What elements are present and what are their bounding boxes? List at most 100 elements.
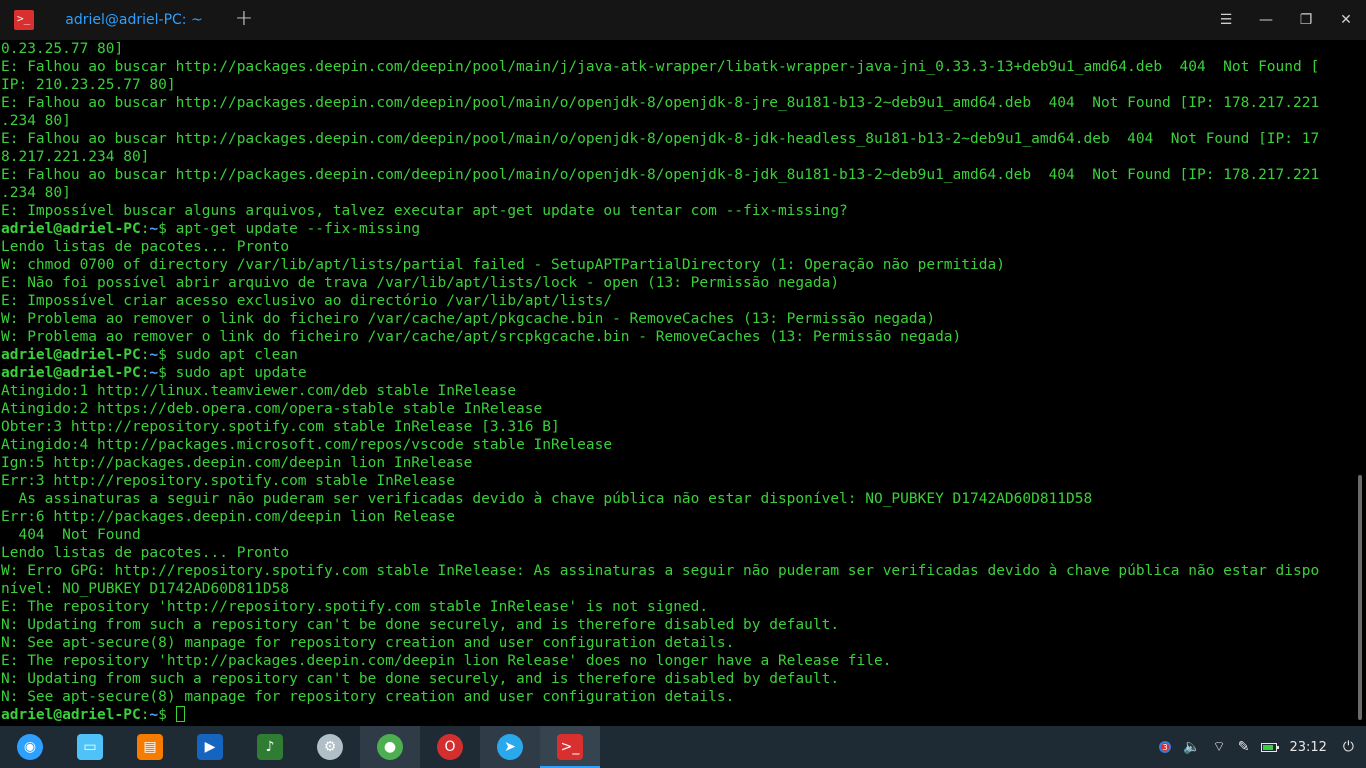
deepin-launcher-icon: ◉ [17, 734, 43, 760]
wifi-icon[interactable]: ⌔ [1213, 738, 1226, 756]
output-text: Err:6 http://packages.deepin.com/deepin … [1, 509, 455, 525]
command-text [167, 707, 176, 723]
terminal-line: .234 80] [1, 184, 1366, 202]
maximize-button[interactable]: ❐ [1286, 0, 1326, 40]
terminal-line: N: See apt-secure(8) manpage for reposit… [1, 688, 1366, 706]
terminal-line: Err:3 http://repository.spotify.com stab… [1, 472, 1366, 490]
terminal-line: Atingido:1 http://linux.teamviewer.com/d… [1, 382, 1366, 400]
terminal-line: Err:6 http://packages.deepin.com/deepin … [1, 508, 1366, 526]
terminal-tab[interactable]: adriel@adriel-PC: ~ [50, 0, 218, 40]
clock[interactable]: 23:12 [1289, 740, 1326, 755]
terminal-line: W: chmod 0700 of directory /var/lib/apt/… [1, 256, 1366, 274]
output-text: E: Falhou ao buscar http://packages.deep… [1, 95, 1320, 111]
command-text: apt-get update --fix-missing [166, 221, 421, 237]
output-text: E: The repository 'http://packages.deepi… [1, 653, 892, 669]
prompt-path: ~ [149, 347, 159, 363]
output-text: Ign:5 http://packages.deepin.com/deepin … [1, 455, 473, 471]
output-text: W: Erro GPG: http://repository.spotify.c… [1, 563, 1320, 579]
output-text: E: Falhou ao buscar http://packages.deep… [1, 167, 1320, 183]
output-text: .234 80] [1, 185, 71, 201]
output-text: W: Problema ao remover o link do ficheir… [1, 311, 936, 327]
prompt-symbol: $ [158, 707, 167, 723]
terminal-line: As assinaturas a seguir não puderam ser … [1, 490, 1366, 508]
terminal-line: nível: NO_PUBKEY D1742AD60D811D58 [1, 580, 1366, 598]
music-icon: ♪ [257, 734, 283, 760]
output-text: 8.217.221.234 80] [1, 149, 150, 165]
terminal-line: E: Falhou ao buscar http://packages.deep… [1, 58, 1366, 76]
title-bar: >_ adriel@adriel-PC: ~ + ☰ — ❐ ✕ [0, 0, 1366, 40]
opera-icon: O [437, 734, 463, 760]
terminal-line: N: Updating from such a repository can't… [1, 616, 1366, 634]
system-tray: 3 🔈 ⌔ ✎ 23:12 ⏻ [1159, 726, 1366, 768]
output-text: nível: NO_PUBKEY D1742AD60D811D58 [1, 581, 290, 597]
minimize-button[interactable]: — [1246, 0, 1286, 40]
output-text: E: Impossível buscar alguns arquivos, ta… [1, 203, 848, 219]
battery-icon[interactable] [1261, 742, 1280, 752]
taskbar-app-launcher[interactable]: ◉ [0, 726, 60, 768]
terminal-line: Lendo listas de pacotes... Pronto [1, 544, 1366, 562]
terminal-line: adriel@adriel-PC:~$ sudo apt update [1, 364, 1366, 382]
terminal-line: 8.217.221.234 80] [1, 148, 1366, 166]
taskbar-app-music-player[interactable]: ♪ [240, 726, 300, 768]
prompt-user: adriel@adriel-PC [1, 221, 141, 237]
taskbar-app-telegram[interactable]: ➤ [480, 726, 540, 768]
terminal-line: W: Problema ao remover o link do ficheir… [1, 310, 1366, 328]
terminal-line: 404 Not Found [1, 526, 1366, 544]
output-text: W: chmod 0700 of directory /var/lib/apt/… [1, 257, 1005, 273]
chrome-icon: ● [377, 734, 403, 760]
battery-fill [1263, 744, 1274, 750]
taskbar-app-app-store[interactable]: ▤ [120, 726, 180, 768]
output-text: W: Problema ao remover o link do ficheir… [1, 329, 962, 345]
taskbar: ◉ ▭ ▤ ▶ ♪ ⚙ ● O ➤ >_ 3 🔈 ⌔ ✎ 23:12 ⏻ [0, 726, 1366, 768]
taskbar-apps: ◉ ▭ ▤ ▶ ♪ ⚙ ● O ➤ >_ [0, 726, 600, 768]
output-text: E: Impossível criar acesso exclusivo ao … [1, 293, 613, 309]
taskbar-app-chrome[interactable]: ● [360, 726, 420, 768]
output-text: Atingido:2 https://deb.opera.com/opera-s… [1, 401, 543, 417]
battery-indicator [1261, 742, 1280, 752]
terminal-line: IP: 210.23.25.77 80] [1, 76, 1366, 94]
taskbar-app-settings[interactable]: ⚙ [300, 726, 360, 768]
terminal-line: adriel@adriel-PC:~$ sudo apt clean [1, 346, 1366, 364]
terminal-line: W: Problema ao remover o link do ficheir… [1, 328, 1366, 346]
terminal-scrollbar[interactable] [1358, 475, 1362, 720]
output-text: N: Updating from such a repository can't… [1, 617, 840, 633]
prompt-user: adriel@adriel-PC [1, 365, 141, 381]
taskbar-app-opera[interactable]: O [420, 726, 480, 768]
close-button[interactable]: ✕ [1326, 0, 1366, 40]
command-text: sudo apt update [166, 365, 307, 381]
notification-badge: 3 [1159, 741, 1172, 753]
output-text: Atingido:1 http://linux.teamviewer.com/d… [1, 383, 517, 399]
window-controls: ☰ — ❐ ✕ [1206, 0, 1366, 40]
terminal-line: E: Não foi possível abrir arquivo de tra… [1, 274, 1366, 292]
gear-icon: ⚙ [317, 734, 343, 760]
terminal-line: Lendo listas de pacotes... Pronto [1, 238, 1366, 256]
output-text: N: See apt-secure(8) manpage for reposit… [1, 689, 735, 705]
taskbar-app-file-manager[interactable]: ▭ [60, 726, 120, 768]
volume-icon[interactable]: 🔈 [1183, 739, 1200, 755]
terminal-line: 0.23.25.77 80] [1, 40, 1366, 58]
terminal-line: adriel@adriel-PC:~$ apt-get update --fix… [1, 220, 1366, 238]
output-text: IP: 210.23.25.77 80] [1, 77, 176, 93]
power-icon[interactable]: ⏻ [1343, 739, 1354, 755]
terminal-line: W: Erro GPG: http://repository.spotify.c… [1, 562, 1366, 580]
terminal-line: E: Impossível criar acesso exclusivo ao … [1, 292, 1366, 310]
terminal-line: E: Impossível buscar alguns arquivos, ta… [1, 202, 1366, 220]
terminal-line: E: Falhou ao buscar http://packages.deep… [1, 130, 1366, 148]
terminal-line: Ign:5 http://packages.deepin.com/deepin … [1, 454, 1366, 472]
terminal-line: N: Updating from such a repository can't… [1, 670, 1366, 688]
new-tab-button[interactable]: + [232, 8, 256, 32]
pen-icon[interactable]: ✎ [1238, 739, 1250, 755]
terminal-line: Atingido:2 https://deb.opera.com/opera-s… [1, 400, 1366, 418]
menu-button[interactable]: ☰ [1206, 0, 1246, 40]
terminal-output[interactable]: 0.23.25.77 80] E: Falhou ao buscar http:/… [0, 40, 1366, 726]
notification-icon[interactable]: 3 [1159, 741, 1172, 753]
taskbar-app-terminal[interactable]: >_ [540, 726, 600, 768]
taskbar-app-video-player[interactable]: ▶ [180, 726, 240, 768]
terminal-icon: >_ [557, 734, 583, 760]
output-text: E: Falhou ao buscar http://packages.deep… [1, 131, 1320, 147]
output-text: As assinaturas a seguir não puderam ser … [1, 491, 1093, 507]
output-text: 404 Not Found [1, 527, 141, 543]
text-cursor [175, 706, 185, 722]
output-text: N: Updating from such a repository can't… [1, 671, 840, 687]
terminal-app-icon: >_ [14, 10, 34, 30]
